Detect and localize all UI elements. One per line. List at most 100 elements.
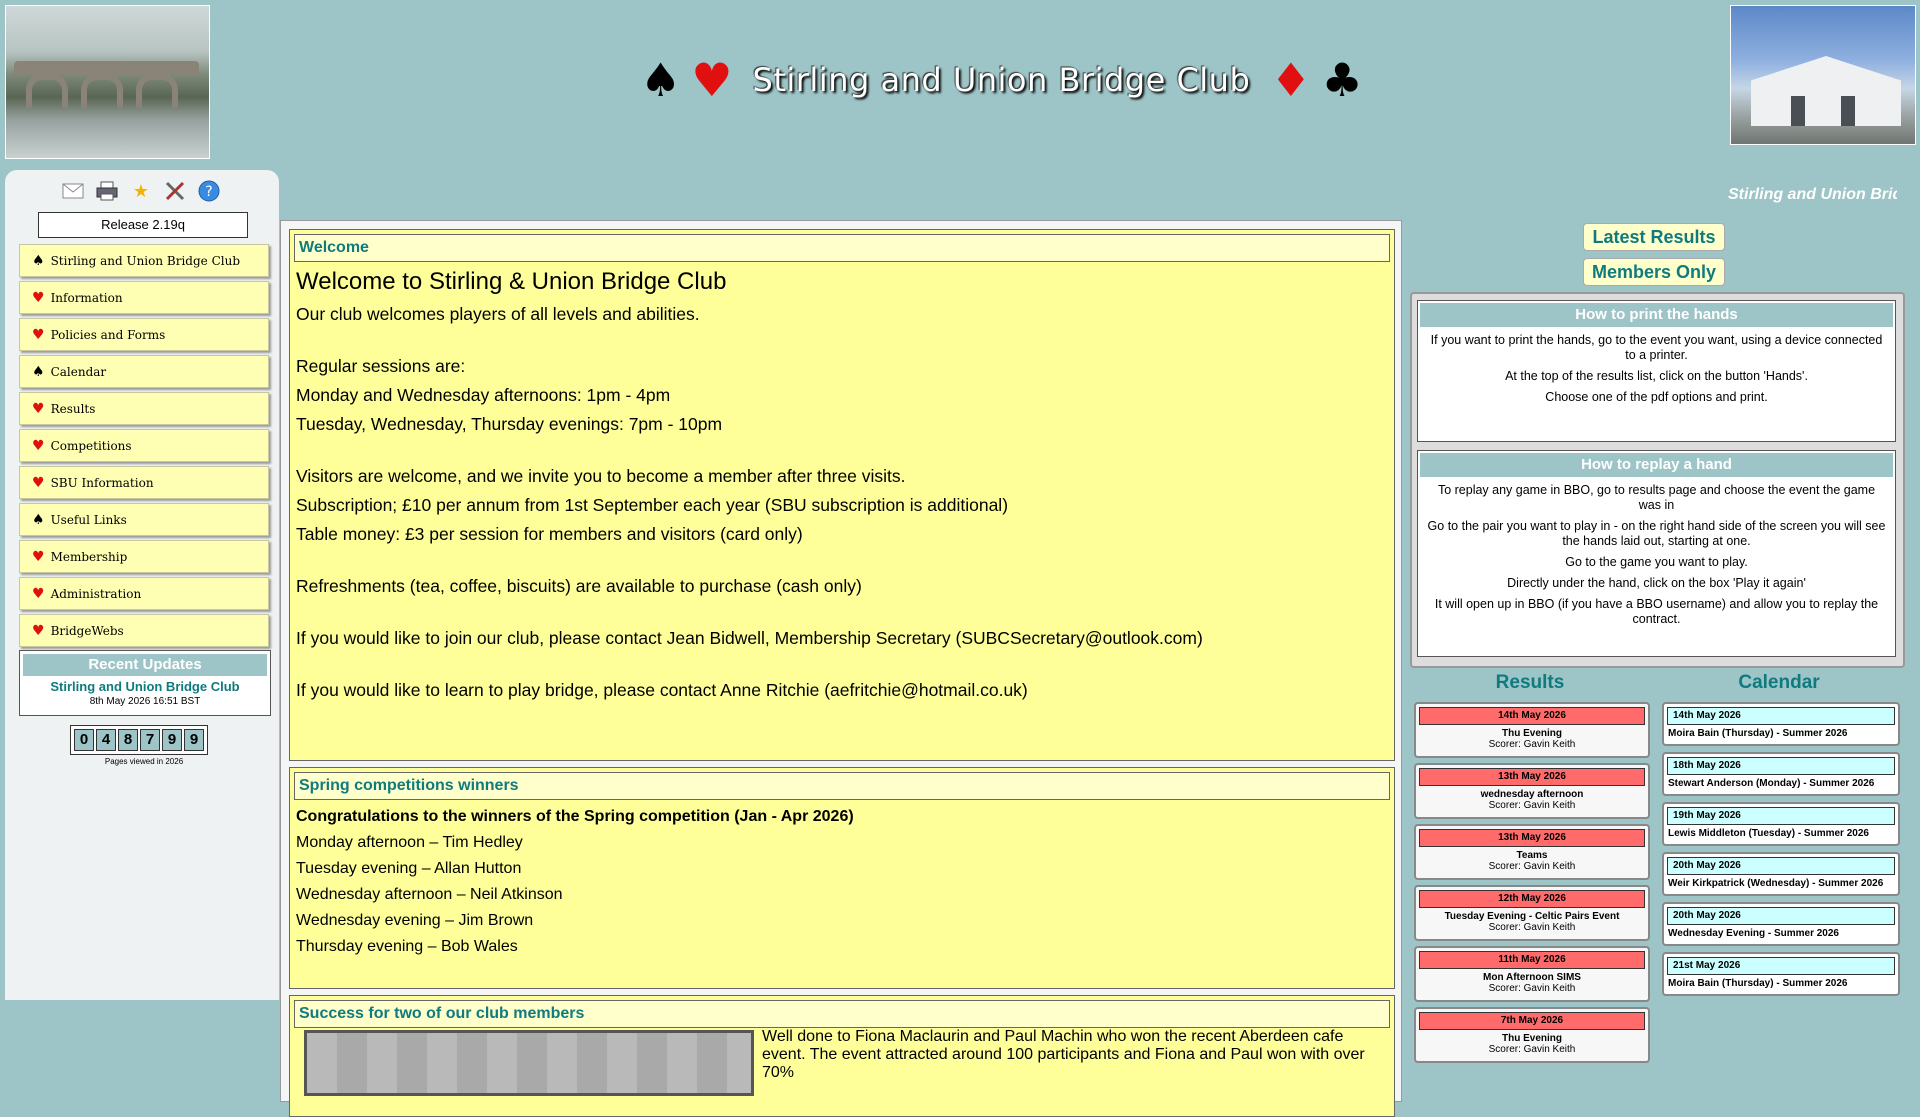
counter-label: Pages viewed in 2026 [104, 757, 184, 766]
result-card[interactable]: 14th May 2026 Thu Evening Scorer: Gavin … [1414, 702, 1650, 758]
tools-icon[interactable] [163, 180, 187, 202]
result-card[interactable]: 13th May 2026 Teams Scorer: Gavin Keith [1414, 824, 1650, 880]
toolbar: ★ ? [61, 180, 221, 202]
menu-item-label: Membership [50, 549, 128, 564]
menu-item-useful-links[interactable]: ♠ Useful Links [19, 503, 269, 536]
result-card[interactable]: 11th May 2026 Mon Afternoon SIMS Scorer:… [1414, 946, 1650, 1002]
menu-item-club[interactable]: ♠ Stirling and Union Bridge Club [19, 244, 269, 277]
success-heading: Success for two of our club members [294, 1000, 1390, 1028]
counter-digit: 8 [118, 729, 138, 751]
main-content: Welcome Welcome to Stirling & Union Brid… [280, 220, 1402, 1117]
result-date: 12th May 2026 [1419, 890, 1645, 908]
menu-item-label: Policies and Forms [50, 327, 166, 342]
recent-update-link[interactable]: Stirling and Union Bridge Club [20, 679, 270, 694]
welcome-line: Visitors are welcome, and we invite you … [296, 466, 906, 486]
result-card[interactable]: 13th May 2026 wednesday afternoon Scorer… [1414, 763, 1650, 819]
calendar-event: Moira Bain (Thursday) - Summer 2026 [1668, 978, 1848, 989]
calendar-card[interactable]: 18th May 2026 Stewart Anderson (Monday) … [1662, 752, 1900, 796]
menu-item-label: Administration [50, 586, 142, 601]
results-heading: Results [1495, 672, 1565, 693]
members-only-button[interactable]: Members Only [1583, 258, 1725, 286]
menu-item-label: Useful Links [50, 512, 127, 527]
menu-item-competitions[interactable]: ♥ Competitions [19, 429, 269, 462]
spring-panel: Spring competitions winners Congratulati… [289, 767, 1395, 989]
menu-item-administration[interactable]: ♥ Administration [19, 577, 269, 610]
print-hands-card: How to print the hands If you want to pr… [1417, 300, 1896, 442]
printer-icon[interactable] [95, 180, 119, 202]
heart-icon: ♥ [32, 400, 45, 417]
calendar-date: 20th May 2026 [1667, 857, 1895, 875]
heart-icon: ♥ [32, 326, 45, 343]
replay-hand-line: Directly under the hand, click on the bo… [1507, 576, 1806, 590]
menu-item-calendar[interactable]: ♠ Calendar [19, 355, 269, 388]
calendar-date: 18th May 2026 [1667, 757, 1895, 775]
svg-text:?: ? [205, 184, 212, 200]
calendar-card[interactable]: 21st May 2026 Moira Bain (Thursday) - Su… [1662, 952, 1900, 996]
menu-item-label: Competitions [50, 438, 132, 453]
result-date: 7th May 2026 [1419, 1012, 1645, 1030]
welcome-panel: Welcome Welcome to Stirling & Union Brid… [289, 229, 1395, 761]
menu-item-label: SBU Information [50, 475, 154, 490]
menu-item-results[interactable]: ♥ Results [19, 392, 269, 425]
calendar-date: 21st May 2026 [1667, 957, 1895, 975]
menu-item-label: BridgeWebs [50, 623, 124, 638]
counter-digit: 4 [96, 729, 116, 751]
welcome-title: Welcome to Stirling & Union Bridge Club [296, 268, 727, 295]
menu-item-membership[interactable]: ♥ Membership [19, 540, 269, 573]
star-icon[interactable]: ★ [129, 180, 153, 202]
recent-updates-box: Recent Updates Stirling and Union Bridge… [19, 650, 271, 716]
calendar-event: Moira Bain (Thursday) - Summer 2026 [1668, 728, 1848, 739]
calendar-event: Weir Kirkpatrick (Wednesday) - Summer 20… [1668, 878, 1884, 889]
site-title-bar: ♠ ♥ Stirling and Union Bridge Club ♦ ♣ [640, 50, 1363, 110]
result-name: Thu Evening [1502, 1033, 1562, 1044]
winner-line: Tuesday evening – Allan Hutton [296, 860, 522, 877]
club-building-photo [1730, 5, 1916, 145]
spring-heading: Spring competitions winners [294, 772, 1390, 800]
ticker-text: Stirling and Union Bridge Club [1728, 186, 1897, 203]
heart-icon: ♥ [32, 585, 45, 602]
welcome-line: Tuesday, Wednesday, Thursday evenings: 7… [296, 414, 723, 434]
help-icon[interactable]: ? [197, 180, 221, 202]
print-hands-line: At the top of the results list, click on… [1505, 369, 1808, 383]
calendar-date: 19th May 2026 [1667, 807, 1895, 825]
calendar-card[interactable]: 20th May 2026 Wednesday Evening - Summer… [1662, 902, 1900, 946]
welcome-line: Table money: £3 per session for members … [296, 524, 803, 544]
welcome-line: Subscription; £10 per annum from 1st Sep… [296, 495, 1009, 515]
success-panel: Success for two of our club members Well… [289, 995, 1395, 1117]
heart-icon: ♥ [32, 548, 45, 565]
calendar-card[interactable]: 14th May 2026 Moira Bain (Thursday) - Su… [1662, 702, 1900, 746]
menu-item-sbu-information[interactable]: ♥ SBU Information [19, 466, 269, 499]
latest-results-button[interactable]: Latest Results [1583, 223, 1725, 251]
left-sidebar: ★ ? Release 2.19q ♠ Stirling and Union Br… [5, 170, 279, 1000]
calendar-card[interactable]: 19th May 2026 Lewis Middleton (Tuesday) … [1662, 802, 1900, 846]
result-card[interactable]: 12th May 2026 Tuesday Evening - Celtic P… [1414, 885, 1650, 941]
menu-item-policies[interactable]: ♥ Policies and Forms [19, 318, 269, 351]
spade-icon: ♠ [32, 252, 45, 269]
calendar-event: Lewis Middleton (Tuesday) - Summer 2026 [1668, 828, 1869, 839]
counter-digit: 7 [140, 729, 160, 751]
menu-item-information[interactable]: ♥ Information [19, 281, 269, 314]
page-view-counter: 0 4 8 7 9 9 [70, 725, 208, 755]
replay-hand-line: To replay any game in BBO, go to results… [1437, 483, 1876, 512]
print-hands-heading: How to print the hands [1420, 303, 1893, 327]
winner-line: Wednesday evening – Jim Brown [296, 912, 534, 929]
menu-item-bridgewebs[interactable]: ♥ BridgeWebs [19, 614, 269, 647]
replay-hand-line: Go to the pair you want to play in - on … [1427, 519, 1886, 548]
menu-item-label: Calendar [50, 364, 107, 379]
winner-line: Monday afternoon – Tim Hedley [296, 834, 523, 851]
counter-digit: 9 [184, 729, 204, 751]
heart-icon: ♥ [691, 53, 733, 107]
envelope-icon[interactable] [61, 180, 85, 202]
print-hands-line: Choose one of the pdf options and print. [1545, 390, 1768, 404]
help-box: How to print the hands If you want to pr… [1410, 292, 1905, 668]
calendar-card[interactable]: 20th May 2026 Weir Kirkpatrick (Wednesda… [1662, 852, 1900, 896]
calendar-event: Stewart Anderson (Monday) - Summer 2026 [1668, 778, 1875, 789]
result-scorer: Scorer: Gavin Keith [1488, 861, 1576, 872]
result-date: 13th May 2026 [1419, 768, 1645, 786]
result-card[interactable]: 7th May 2026 Thu Evening Scorer: Gavin K… [1414, 1007, 1650, 1063]
menu-item-label: Stirling and Union Bridge Club [50, 253, 241, 268]
result-date: 11th May 2026 [1419, 951, 1645, 969]
welcome-heading: Welcome [294, 234, 1390, 262]
heart-icon: ♥ [32, 622, 45, 639]
result-name: Thu Evening [1502, 728, 1562, 739]
